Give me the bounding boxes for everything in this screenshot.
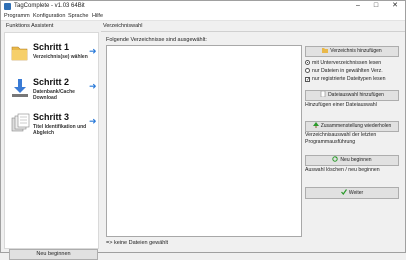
repeat-selection-hint: Verzeichnisauswahl der letzten Programma…	[305, 132, 377, 145]
add-file-button[interactable]: Dateiauswahl hinzufügen	[305, 90, 399, 101]
section-title: Verzeichniswahl	[103, 23, 143, 29]
sidebar-new-button[interactable]: Neu beginnen	[9, 249, 98, 260]
app-window: TagComplete - v1.03 64Bit – □ ✕ Programm…	[0, 0, 406, 260]
add-file-label: Dateiauswahl hinzufügen	[328, 92, 384, 98]
menu-hilfe[interactable]: Hilfe	[92, 13, 103, 20]
close-button[interactable]: ✕	[386, 1, 404, 11]
sidebar-title: Funktions Assistent	[6, 23, 54, 29]
folder-icon	[322, 48, 329, 53]
arrow-right-icon: ➜	[89, 81, 97, 91]
add-directory-label: Verzeichnis hinzufügen	[330, 48, 382, 54]
option-only-selected-label: nur Dateien in gewählten Verz.	[312, 68, 383, 74]
arrow-right-icon: ➜	[89, 46, 97, 56]
add-file-hint: Hinzufügen einer Dateiauswahl	[305, 102, 377, 108]
refresh-icon	[332, 156, 339, 162]
restart-label: Neu beginnen	[340, 157, 372, 163]
menu-konfiguration[interactable]: Konfiguration	[33, 13, 65, 20]
menu-programm[interactable]: Programm	[4, 13, 30, 20]
file-icon	[320, 91, 326, 97]
checkmark-icon	[340, 189, 347, 195]
download-icon	[12, 79, 28, 97]
step-3-title: Schritt 3	[33, 112, 70, 122]
main-panel: Verzeichniswahl Folgende Verzeichnisse s…	[101, 21, 405, 252]
maximize-button[interactable]: □	[367, 1, 385, 11]
list-label: Folgende Verzeichnisse sind ausgewählt:	[106, 37, 207, 43]
step-2-desc: Datenbank/Cache Download	[33, 89, 75, 101]
restart-hint: Auswahl löschen / neu beginnen	[305, 167, 380, 173]
documents-icon	[11, 113, 30, 132]
sidebar: Funktions Assistent Schritt 1 Verzeichni…	[2, 21, 100, 260]
radio-on-icon	[305, 60, 310, 65]
next-button[interactable]: Weiter	[305, 187, 399, 199]
menu-bar: Programm Konfiguration Sprache Hilfe	[1, 12, 405, 21]
directory-list[interactable]	[106, 45, 302, 237]
repeat-selection-button[interactable]: Zusammenstellung wiederholen	[305, 121, 399, 132]
tree-icon	[312, 122, 319, 128]
option-with-subdirs[interactable]: mit Unterverzeichnissen lesen	[305, 60, 381, 67]
step-3-desc: Titel Identifikation und Abgleich	[33, 124, 87, 136]
repeat-selection-label: Zusammenstellung wiederholen	[320, 123, 392, 129]
step-2[interactable]: Schritt 2 Datenbank/Cache Download ➜	[9, 77, 99, 107]
minimize-button[interactable]: –	[349, 1, 367, 11]
option-only-selected[interactable]: nur Dateien in gewählten Verz.	[305, 68, 383, 75]
title-bar: TagComplete - v1.03 64Bit – □ ✕	[1, 1, 405, 12]
option-with-subdirs-label: mit Unterverzeichnissen lesen	[312, 60, 382, 66]
window-title: TagComplete - v1.03 64Bit	[14, 3, 85, 9]
app-icon	[4, 3, 11, 10]
option-only-registered-label: nur registrierte Dateitypen lesen	[312, 76, 386, 82]
step-1[interactable]: Schritt 1 Verzeichnis(se) wählen ➜	[9, 42, 99, 72]
next-label: Weiter	[348, 190, 364, 196]
status-text: => keine Dateien gewählt	[106, 240, 169, 246]
restart-button[interactable]: Neu beginnen	[305, 155, 399, 166]
step-1-title: Schritt 1	[33, 42, 70, 52]
radio-off-icon	[305, 68, 310, 73]
checkbox-checked-icon: ✓	[305, 77, 311, 83]
folder-icon	[11, 46, 28, 61]
add-directory-button[interactable]: Verzeichnis hinzufügen	[305, 46, 399, 57]
step-2-title: Schritt 2	[33, 77, 70, 87]
arrow-right-icon: ➜	[89, 116, 97, 126]
step-3[interactable]: Schritt 3 Titel Identifikation und Abgle…	[9, 112, 99, 142]
divider	[101, 31, 405, 32]
sidebar-panel: Schritt 1 Verzeichnis(se) wählen ➜ Schri…	[4, 32, 99, 260]
option-only-registered[interactable]: ✓ nur registrierte Dateitypen lesen	[305, 76, 386, 83]
step-1-desc: Verzeichnis(se) wählen	[33, 54, 88, 60]
menu-sprache[interactable]: Sprache	[68, 13, 89, 20]
